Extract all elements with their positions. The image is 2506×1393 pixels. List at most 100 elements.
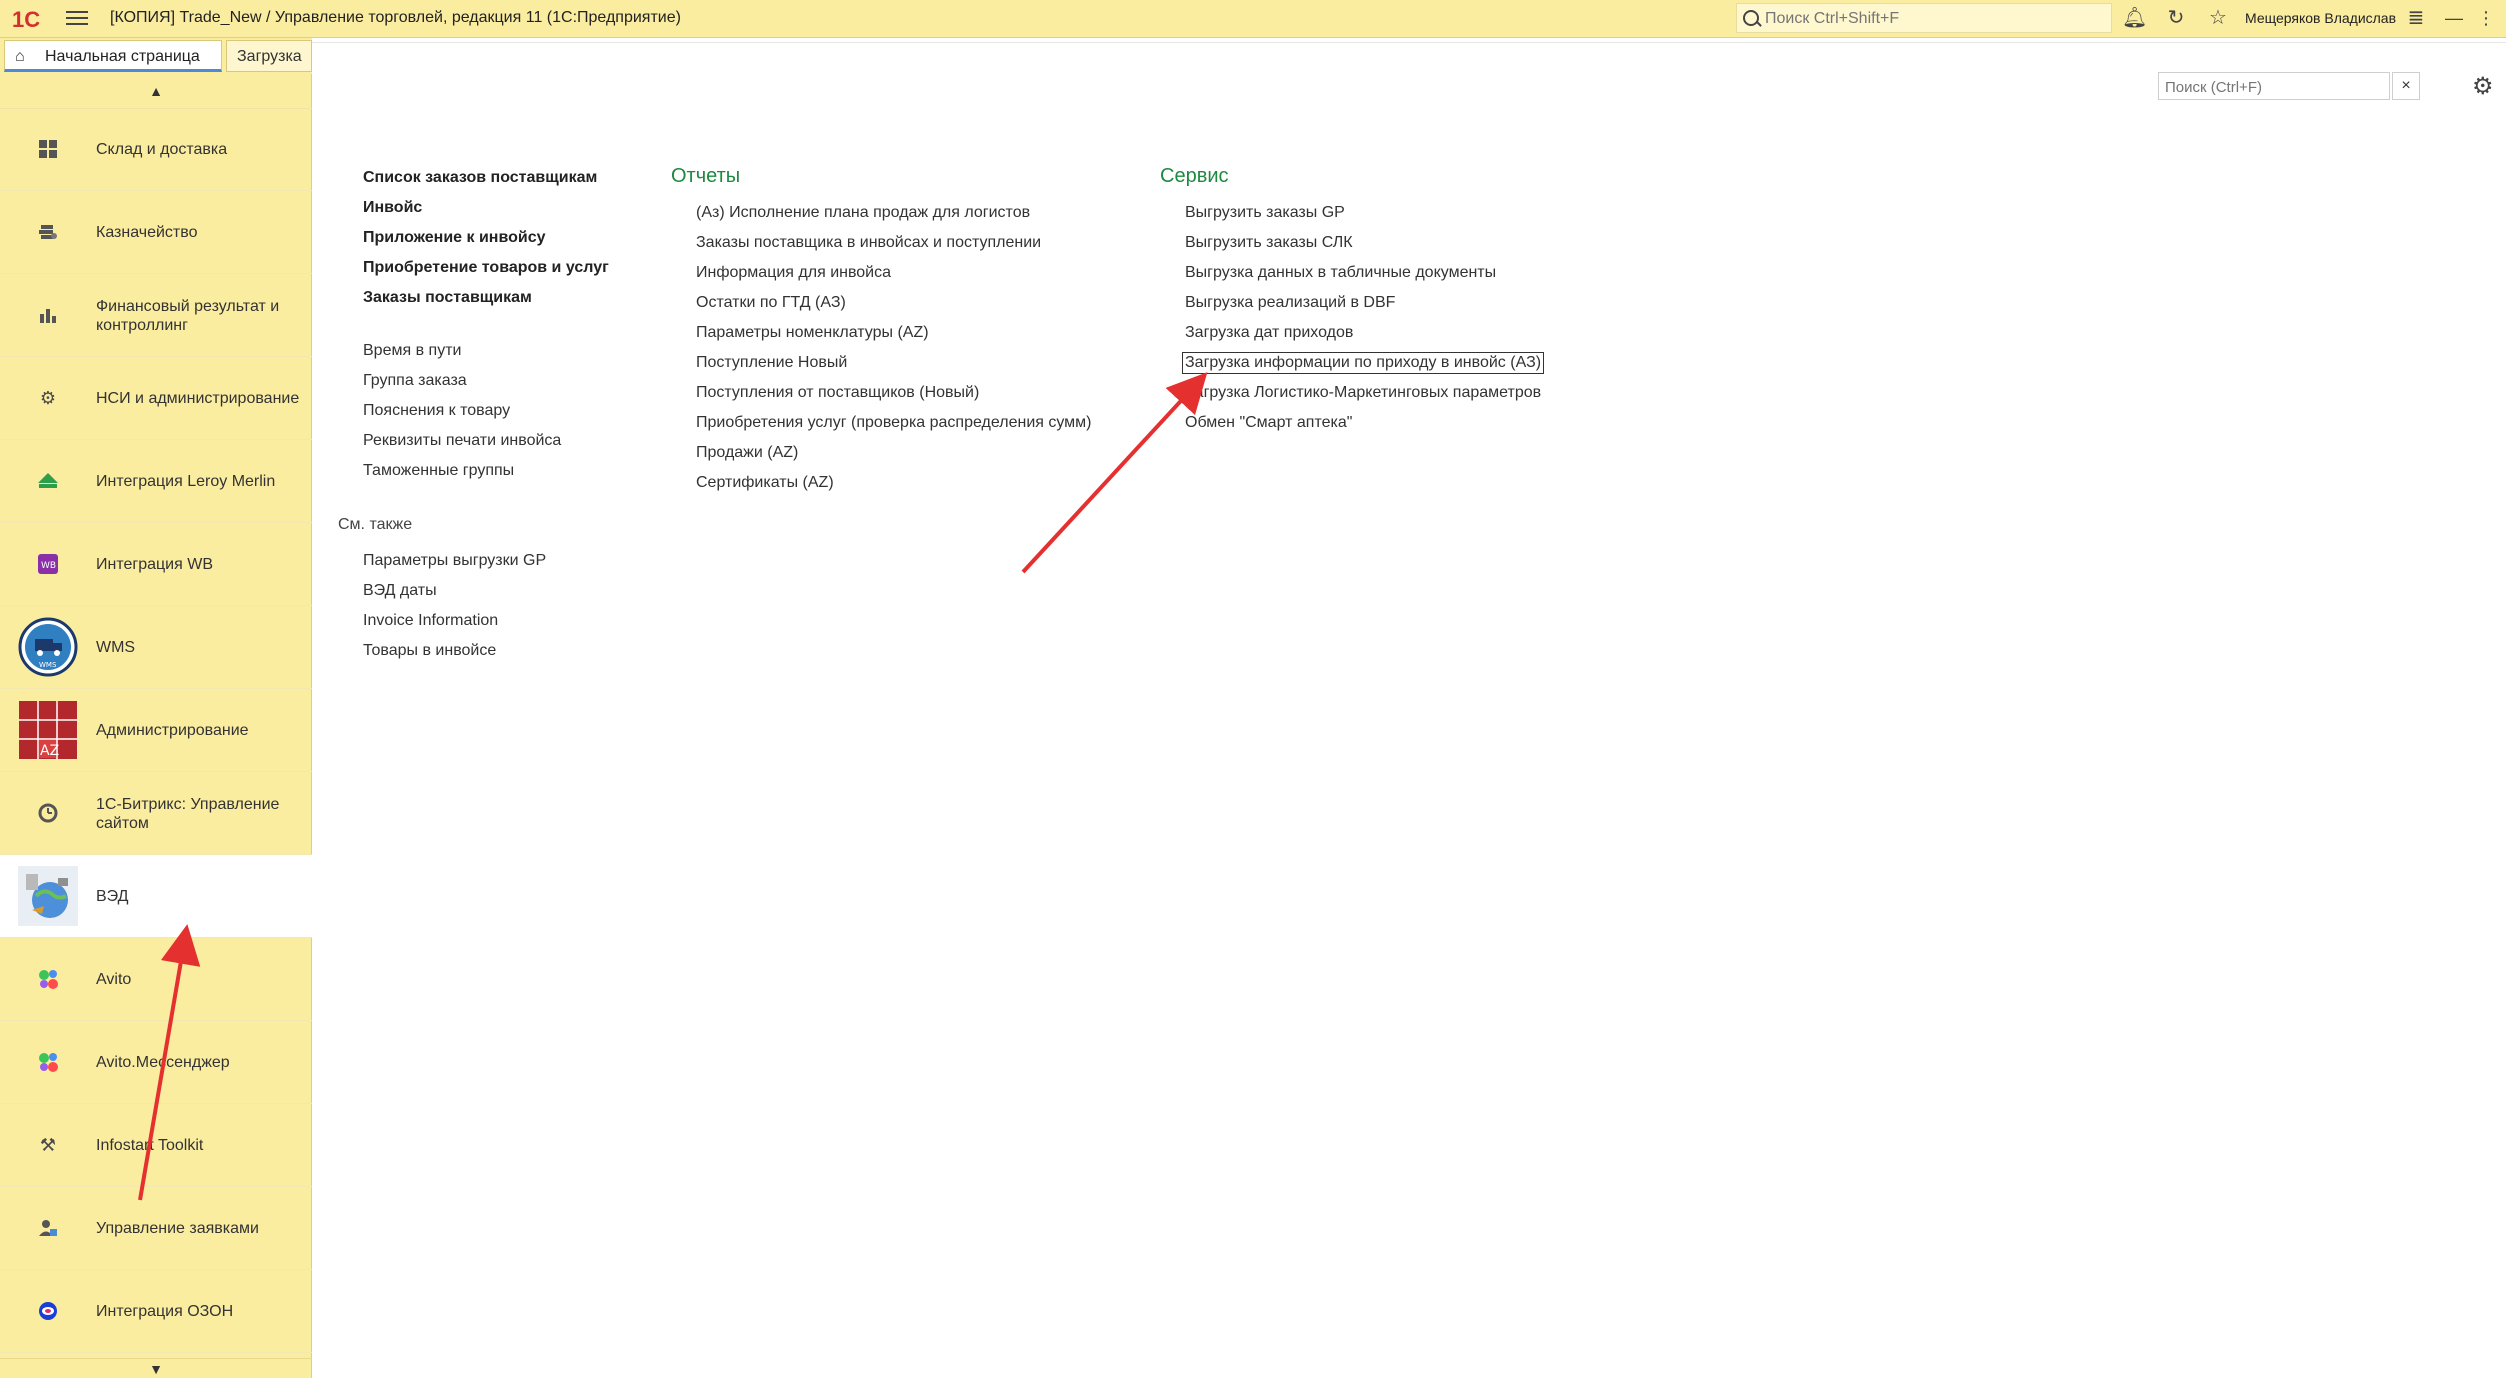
svg-text:WB: WB	[41, 561, 56, 571]
sidebar-item-wb[interactable]: WB Интеграция WB	[0, 523, 312, 606]
scroll-up-button[interactable]: ▲	[0, 74, 312, 109]
link-transit-time[interactable]: Время в пути	[363, 341, 461, 361]
sidebar-item-administration[interactable]: AZ Администрирование	[0, 689, 312, 772]
link-supplier-orders[interactable]: Заказы поставщикам	[363, 288, 532, 308]
settings-gear-icon[interactable]: ⚙	[2472, 72, 2494, 101]
sidebar-item-avito-messenger[interactable]: Avito.Мессенджер	[0, 1021, 312, 1104]
svg-text:WMS: WMS	[39, 661, 57, 669]
wms-icon: WMS	[18, 617, 78, 677]
service-item[interactable]: Загрузка Логистико-Маркетинговых парамет…	[1185, 383, 1541, 403]
scroll-down-button[interactable]: ▼	[0, 1358, 312, 1393]
service-item-highlighted[interactable]: Загрузка информации по приходу в инвойс …	[1182, 352, 1545, 374]
warehouse-icon	[18, 119, 78, 179]
1c-logo: 1С	[12, 7, 41, 32]
link-invoice-print-details[interactable]: Реквизиты печати инвойса	[363, 431, 561, 451]
sidebar-item-label: Управление заявками	[96, 1220, 259, 1237]
see-also-heading: См. также	[338, 516, 413, 533]
sidebar-item-requests[interactable]: Управление заявками	[0, 1187, 312, 1270]
history-icon[interactable]: ↻	[2164, 6, 2188, 30]
sidebar-item-label: Интеграция Leroy Merlin	[96, 473, 276, 490]
sidebar-item-leroy-merlin[interactable]: Интеграция Leroy Merlin	[0, 440, 312, 523]
service-item[interactable]: Выгрузка данных в табличные документы	[1185, 263, 1496, 283]
report-item[interactable]: Продажи (AZ)	[696, 443, 798, 463]
sidebar-item-treasury[interactable]: Казначейство	[0, 191, 312, 274]
sidebar-item-infostart[interactable]: ⚒ Infostart Toolkit	[0, 1104, 312, 1187]
bitrix-icon	[18, 783, 78, 843]
service-item[interactable]: Выгрузить заказы GP	[1185, 203, 1345, 223]
report-item[interactable]: (Аз) Исполнение плана продаж для логисто…	[696, 203, 1030, 223]
reports-heading: Отчеты	[671, 165, 741, 187]
sidebar-item-label: Infostart Toolkit	[96, 1137, 204, 1154]
tools-icon: ⚒	[39, 1134, 57, 1155]
tab-home[interactable]: ⌂ Начальная страница	[4, 40, 222, 72]
wb-icon: WB	[18, 534, 78, 594]
sidebar-item-avito[interactable]: Avito	[0, 938, 312, 1021]
sidebar-item-financial-result[interactable]: Финансовый результат и контроллинг	[0, 274, 312, 357]
divider	[312, 42, 2506, 43]
window-title: [КОПИЯ] Trade_New / Управление торговлей…	[110, 9, 681, 26]
report-item[interactable]: Информация для инвойса	[696, 263, 891, 283]
star-icon[interactable]: ☆	[2206, 6, 2230, 30]
report-item[interactable]: Заказы поставщика в инвойсах и поступлен…	[696, 233, 1041, 253]
report-item[interactable]: Сертификаты (AZ)	[696, 473, 834, 493]
gear-icon: ⚙	[39, 387, 57, 408]
more-icon[interactable]: ⋮	[2474, 6, 2498, 30]
svg-text:AZ: AZ	[40, 743, 59, 759]
link-customs-groups[interactable]: Таможенные группы	[363, 461, 514, 481]
sidebar-item-label: Интеграция ОЗОН	[96, 1303, 234, 1320]
ozon-icon	[18, 1281, 78, 1341]
link-invoice[interactable]: Инвойс	[363, 198, 422, 218]
report-item[interactable]: Остатки по ГТД (АЗ)	[696, 293, 846, 313]
tab-load-label: Загрузка	[237, 48, 302, 65]
sidebar-item-label: НСИ и администрирование	[96, 390, 300, 407]
tab-load[interactable]: Загрузка	[226, 40, 312, 72]
report-item[interactable]: Параметры номенклатуры (AZ)	[696, 323, 929, 343]
avito-messenger-icon	[18, 1032, 78, 1092]
service-item[interactable]: Выгрузить заказы СЛК	[1185, 233, 1353, 253]
content-search[interactable]	[2158, 72, 2390, 100]
link-gp-export-params[interactable]: Параметры выгрузки GP	[363, 551, 546, 571]
global-search-input[interactable]	[1763, 7, 2107, 31]
link-invoice-appendix[interactable]: Приложение к инвойсу	[363, 228, 545, 248]
filter-icon[interactable]: ≣	[2404, 6, 2428, 30]
tabs-row: ⌂ Начальная страница Загрузка	[0, 38, 312, 74]
report-item[interactable]: Поступления от поставщиков (Новый)	[696, 383, 979, 403]
service-item[interactable]: Выгрузка реализаций в DBF	[1185, 293, 1395, 313]
minimize-icon[interactable]: —	[2442, 6, 2466, 30]
report-item[interactable]: Приобретения услуг (проверка распределен…	[696, 413, 1092, 433]
search-icon	[1743, 10, 1759, 26]
hamburger-menu-icon[interactable]	[66, 7, 88, 27]
bell-icon[interactable]: 🔔︎	[2122, 6, 2147, 30]
sidebar-item-wms[interactable]: WMS WMS	[0, 606, 312, 689]
link-product-notes[interactable]: Пояснения к товару	[363, 401, 510, 421]
sidebar-item-nsi[interactable]: ⚙ НСИ и администрирование	[0, 357, 312, 440]
sidebar-item-warehouse[interactable]: Склад и доставка	[0, 108, 312, 191]
service-item[interactable]: Обмен "Смарт аптека"	[1185, 413, 1352, 433]
sidebar-item-label: Интеграция WB	[96, 556, 213, 573]
user-name[interactable]: Мещеряков Владислав	[2245, 10, 2396, 26]
link-purchase-goods-services[interactable]: Приобретение товаров и услуг	[363, 258, 609, 278]
content-search-input[interactable]	[2163, 75, 2387, 99]
sidebar-item-label: 1С-Битрикс: Управление сайтом	[96, 795, 280, 832]
sidebar-item-ved[interactable]: ВЭД	[0, 855, 312, 938]
sidebar-item-bitrix[interactable]: 1С-Битрикс: Управление сайтом	[0, 772, 312, 855]
chart-icon	[18, 285, 78, 345]
sidebar-item-label: Avito.Мессенджер	[96, 1054, 230, 1071]
leroy-merlin-icon	[18, 451, 78, 511]
title-bar: 1С [КОПИЯ] Trade_New / Управление торгов…	[0, 0, 2506, 38]
service-item[interactable]: Загрузка дат приходов	[1185, 323, 1353, 343]
sidebar-item-ozon[interactable]: Интеграция ОЗОН	[0, 1270, 312, 1353]
link-supplier-orders-list[interactable]: Список заказов поставщикам	[363, 168, 597, 188]
link-order-group[interactable]: Группа заказа	[363, 371, 467, 391]
global-search[interactable]	[1736, 3, 2112, 33]
sidebar-item-label: Казначейство	[96, 224, 198, 241]
link-invoice-information[interactable]: Invoice Information	[363, 611, 498, 631]
sidebar-item-label: Склад и доставка	[96, 141, 228, 158]
link-invoice-goods[interactable]: Товары в инвойсе	[363, 641, 496, 661]
clear-search-button[interactable]: ×	[2392, 72, 2420, 100]
report-item[interactable]: Поступление Новый	[696, 353, 847, 373]
sidebar-item-label: Администрирование	[96, 722, 249, 739]
service-heading: Сервис	[1160, 165, 1229, 187]
sidebar-item-label: ВЭД	[96, 888, 129, 905]
link-ved-dates[interactable]: ВЭД даты	[363, 581, 437, 601]
